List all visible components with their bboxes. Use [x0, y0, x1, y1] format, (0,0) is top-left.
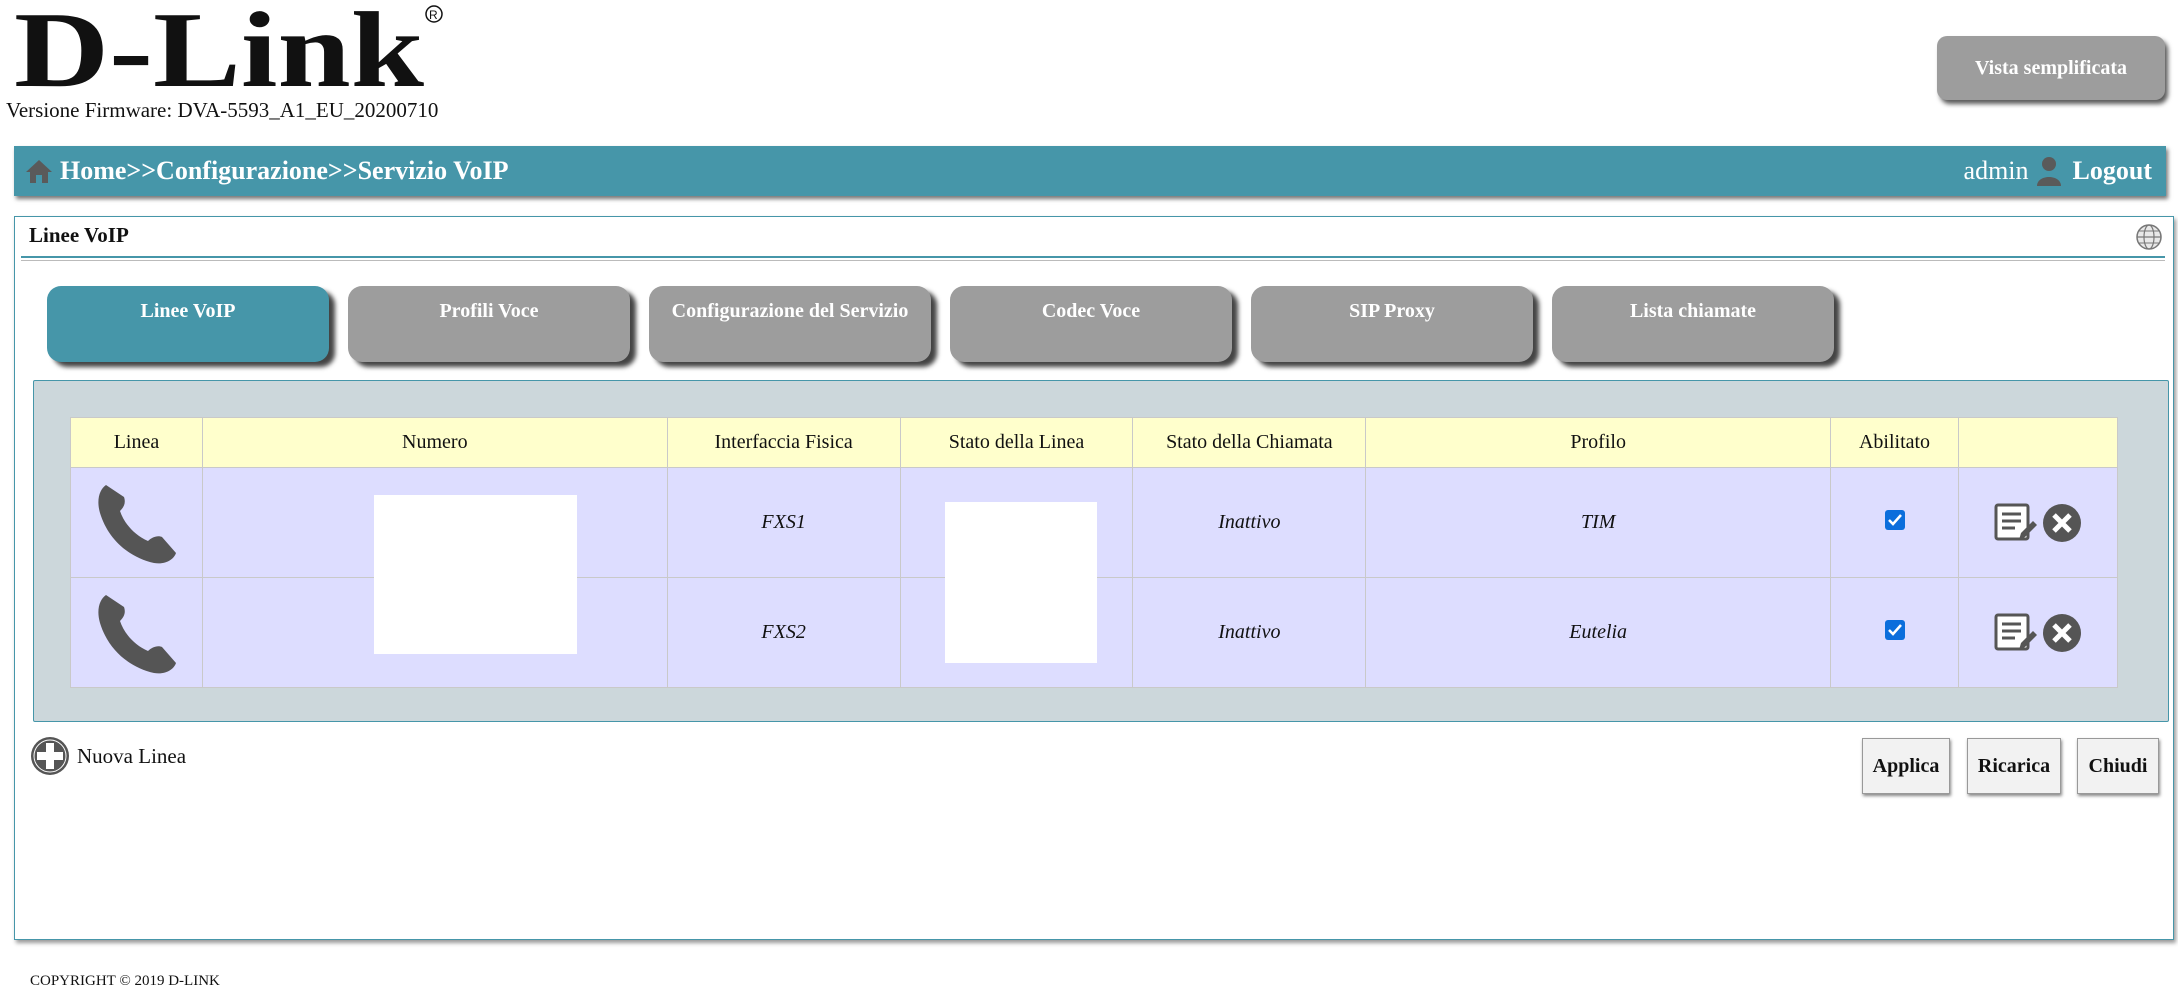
tab-profili-voce[interactable]: Profili Voce — [348, 286, 630, 362]
svg-text:R: R — [429, 8, 438, 22]
lines-table-area: Linea Numero Interfaccia Fisica Stato de… — [33, 380, 2169, 722]
column-header: Stato della Linea — [899, 417, 1134, 468]
redacted-line-state — [945, 502, 1097, 663]
svg-text:D-Link: D-Link — [14, 2, 424, 94]
home-icon[interactable] — [24, 156, 54, 186]
username: admin — [1963, 156, 2029, 185]
table-header-row: Linea Numero Interfaccia Fisica Stato de… — [70, 417, 2119, 468]
interface-cell: FXS1 — [666, 467, 901, 578]
new-line-control[interactable]: Nuova Linea — [29, 735, 186, 777]
enabled-checkbox[interactable] — [1884, 619, 1905, 640]
column-header: Stato della Chiamata — [1132, 417, 1367, 468]
edit-icon[interactable] — [1993, 502, 2037, 544]
plus-icon[interactable] — [29, 735, 71, 777]
column-header: Abilitato — [1830, 417, 1959, 468]
breadcrumb[interactable]: Home>>Configurazione>>Servizio VoIP — [60, 156, 509, 186]
profile-cell: Eutelia — [1365, 577, 1832, 688]
call-state-cell: Inattivo — [1132, 577, 1367, 688]
user-icon — [2036, 157, 2061, 186]
top-navigation-bar: Home>>Configurazione>>Servizio VoIP admi… — [14, 146, 2166, 196]
phone-icon — [98, 594, 177, 673]
column-header — [1957, 417, 2119, 468]
panel-divider — [21, 256, 2165, 261]
enabled-checkbox[interactable] — [1884, 509, 1905, 530]
enabled-cell — [1830, 467, 1959, 578]
tab-lista-chiamate[interactable]: Lista chiamate — [1552, 286, 1834, 362]
apply-button[interactable]: Applica — [1862, 738, 1950, 794]
enabled-cell — [1830, 577, 1959, 688]
voip-lines-panel: Linee VoIP Linee VoIP Profili Voce Confi… — [14, 216, 2174, 940]
column-header: Profilo — [1365, 417, 1832, 468]
tab-linee-voip[interactable]: Linee VoIP — [47, 286, 329, 362]
tab-configurazione-servizio[interactable]: Configurazione del Servizio — [649, 286, 931, 362]
tab-codec-voce[interactable]: Codec Voce — [950, 286, 1232, 362]
dlink-logo: D-Link R — [14, 2, 443, 94]
edit-icon[interactable] — [1993, 612, 2037, 654]
actions-cell — [1957, 577, 2119, 688]
line-cell — [70, 467, 203, 578]
actions-cell — [1957, 467, 2119, 578]
simple-view-button[interactable]: Vista semplificata — [1937, 36, 2165, 100]
logout-link[interactable]: Logout — [2073, 156, 2152, 186]
copyright: COPYRIGHT © 2019 D-LINK — [30, 973, 220, 989]
column-header: Linea — [70, 417, 203, 468]
profile-cell: TIM — [1365, 467, 1832, 578]
line-cell — [70, 577, 203, 688]
redacted-number — [374, 495, 577, 654]
firmware-version: Versione Firmware: DVA-5593_A1_EU_202007… — [6, 98, 439, 122]
reload-button[interactable]: Ricarica — [1967, 738, 2061, 794]
tab-sip-proxy[interactable]: SIP Proxy — [1251, 286, 1533, 362]
globe-icon[interactable] — [2135, 223, 2163, 251]
user-area: admin Logout — [1964, 156, 2152, 186]
column-header: Numero — [201, 417, 668, 468]
phone-icon — [98, 484, 177, 563]
close-button[interactable]: Chiudi — [2077, 738, 2159, 794]
interface-cell: FXS2 — [666, 577, 901, 688]
delete-icon[interactable] — [2041, 612, 2083, 654]
delete-icon[interactable] — [2041, 502, 2083, 544]
column-header: Interfaccia Fisica — [666, 417, 901, 468]
call-state-cell: Inattivo — [1132, 467, 1367, 578]
new-line-label[interactable]: Nuova Linea — [77, 744, 186, 769]
panel-title: Linee VoIP — [29, 223, 129, 247]
